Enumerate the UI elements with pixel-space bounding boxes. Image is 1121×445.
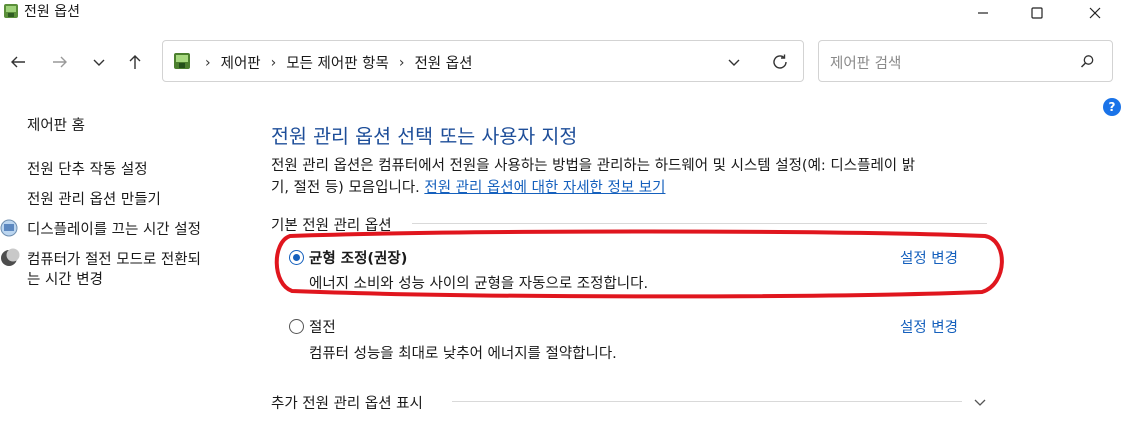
minimize-icon [978,12,988,14]
back-button[interactable] [4,48,32,76]
expand-chevron-icon[interactable] [973,395,987,409]
sidebar-item-sleep-time-line2[interactable]: 는 시간 변경 [27,268,103,289]
address-dropdown-button[interactable] [720,48,748,76]
minimize-button[interactable] [960,0,1006,26]
chevron-down-icon [728,59,740,66]
breadcrumb-item-control-panel[interactable]: 제어판 [221,52,261,73]
more-info-link[interactable]: 전원 관리 옵션에 대한 자세한 정보 보기 [424,180,665,196]
maximize-icon [1031,7,1043,19]
sidebar-item-display-off-time[interactable]: 디스플레이를 끄는 시간 설정 [27,218,201,239]
breadcrumb-item-power-options[interactable]: 전원 옵션 [414,52,472,73]
breadcrumb-separator-icon: › [398,54,405,71]
refresh-button[interactable] [766,48,794,76]
sidebar-item-create-power-plan[interactable]: 전원 관리 옵션 만들기 [27,188,161,209]
display-icon [0,219,18,237]
page-description: 전원 관리 옵션은 컴퓨터에서 전원을 사용하는 방법을 관리하는 하드웨어 및… [271,155,1001,199]
breadcrumb-separator-icon: › [270,54,277,71]
plan-power-saver-radio[interactable] [289,319,304,334]
breadcrumb-separator-icon: › [205,54,211,71]
description-line2: 기, 절전 등) 모음입니다. [271,180,420,196]
page-title: 전원 관리 옵션 선택 또는 사용자 지정 [271,125,578,148]
window-title: 전원 옵션 [24,4,80,20]
search-icon[interactable] [1080,54,1095,69]
description-line1: 전원 관리 옵션은 컴퓨터에서 전원을 사용하는 방법을 관리하는 하드웨어 및… [271,158,916,174]
sidebar-item-control-panel-home[interactable]: 제어판 홈 [27,114,85,135]
arrow-up-icon [129,55,141,69]
plan-power-saver-change-settings[interactable]: 설정 변경 [900,316,958,337]
title-bar: 전원 옵션 [0,0,1121,26]
power-options-app-icon [4,4,18,18]
forward-button[interactable] [46,48,74,76]
chevron-down-icon [93,59,105,66]
plan-power-saver-name[interactable]: 절전 [309,316,336,337]
breadcrumb-item-all-items[interactable]: 모든 제어판 항목 [286,52,389,73]
control-panel-icon [174,53,190,69]
recent-locations-button[interactable] [85,48,113,76]
sidebar-item-power-button-settings[interactable]: 전원 단추 작동 설정 [27,158,148,179]
breadcrumb: › 제어판 › 모든 제어판 항목 › 전원 옵션 [205,52,472,73]
plan-power-saver-description: 컴퓨터 성능을 최대로 낮추어 에너지를 절약합니다. [309,346,617,362]
moon-icon [1,248,20,266]
help-icon[interactable]: ? [1103,98,1121,116]
refresh-icon [773,54,787,69]
up-button[interactable] [121,48,149,76]
search-placeholder[interactable]: 제어판 검색 [830,52,901,73]
close-icon [1089,7,1101,19]
highlight-ellipse [274,229,1004,299]
section-divider [412,223,987,224]
close-button[interactable] [1072,0,1118,26]
sidebar-item-sleep-time-line1[interactable]: 컴퓨터가 절전 모드로 전환되 [27,248,201,269]
arrow-right-icon [53,56,67,68]
additional-plans-label[interactable]: 추가 전원 관리 옵션 표시 [271,392,423,413]
arrow-left-icon [11,56,25,68]
maximize-button[interactable] [1014,0,1060,26]
section-divider [452,401,962,402]
